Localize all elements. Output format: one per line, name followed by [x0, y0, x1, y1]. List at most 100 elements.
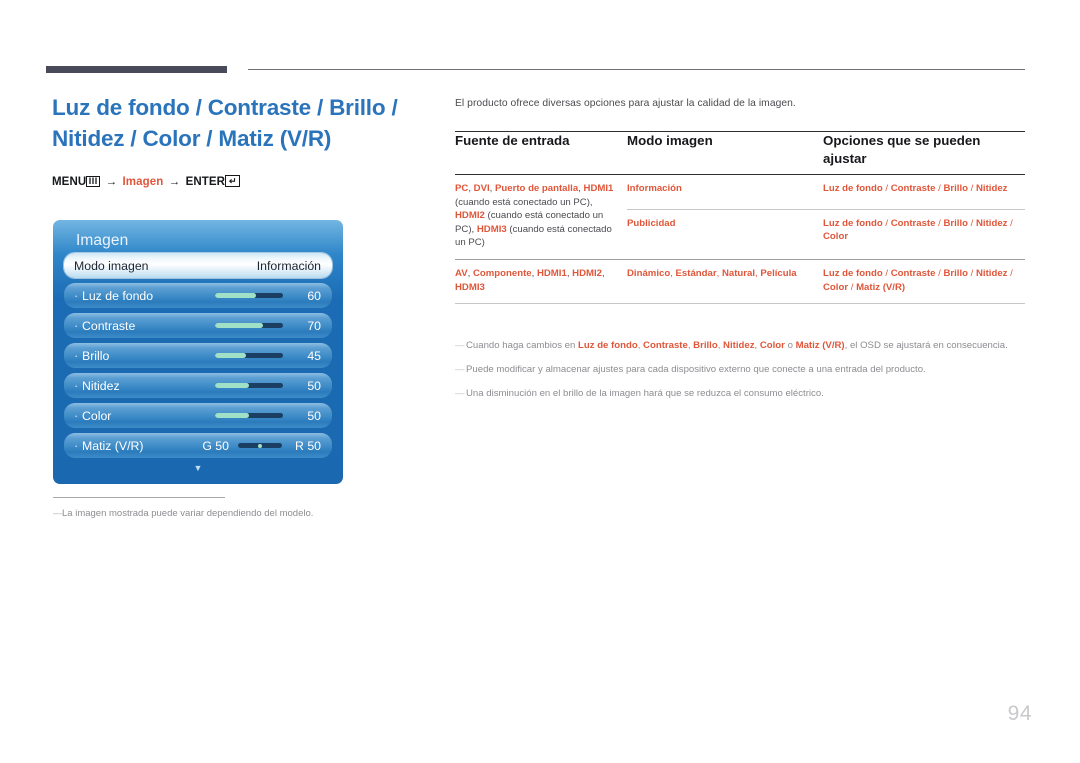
menu-path-arrow-1: → [105, 176, 118, 188]
note-text: Puede modificar y almacenar ajustes para… [466, 364, 926, 376]
left-note-text: La imagen mostrada puede variar dependie… [62, 508, 314, 519]
note-dash-icon: ― [455, 340, 465, 352]
osd-slider-value: 45 [307, 348, 321, 363]
osd-row-label: Modo imagen [74, 258, 149, 273]
source-term: PC [455, 183, 469, 194]
note-text: o [784, 340, 796, 352]
left-note: ―La imagen mostrada puede variar dependi… [53, 507, 393, 521]
option-term: Brillo [943, 183, 968, 194]
menu-button-icon: III [86, 176, 101, 187]
table-row: PC, DVI, Puerto de pantalla, HDMI1 (cuan… [455, 174, 1025, 260]
osd-row-modo-imagen[interactable]: Modo imagen Información [64, 253, 332, 278]
left-column: Luz de fondo / Contraste / Brillo / Niti… [52, 92, 424, 188]
source-term: DVI [473, 183, 490, 194]
note-dash-icon: ― [455, 364, 465, 376]
option-term: Luz de fondo [823, 183, 883, 194]
osd-row-bullet-icon: · [74, 377, 79, 393]
option-term: Color [823, 231, 849, 243]
page-number: 94 [1007, 702, 1032, 725]
osd-slider[interactable] [215, 413, 283, 418]
osd-row-label: Brillo [82, 348, 110, 363]
note-item: ― Una disminución en el brillo de la imag… [455, 386, 1025, 401]
cell-input-source: AV, Componente, HDMI1, HDMI2, HDMI3 [455, 258, 627, 304]
osd-slider-fill [215, 383, 249, 388]
spec-table: Fuente de entrada Modo imagen Opciones q… [455, 131, 1025, 321]
note-item: ― Cuando haga cambios en Luz de fondo, Co… [455, 338, 1025, 353]
source-term: HDMI2 [572, 267, 603, 279]
cell-adjustable-options: Luz de fondo / Contraste / Brillo / Niti… [823, 208, 1025, 260]
osd-title: Imagen [76, 232, 129, 249]
osd-matiz-red-value: R 50 [295, 438, 321, 453]
source-note: , [602, 267, 605, 279]
note-dash-icon: ― [53, 508, 63, 519]
note-text: Cuando haga cambios en [466, 340, 579, 352]
osd-matiz-green-value: G 50 [202, 438, 229, 453]
mode-term: Dinámico [627, 267, 671, 279]
source-term: HDMI1 [536, 267, 567, 279]
mode-term: Película [760, 267, 797, 279]
cell-adjustable-options: Luz de fondo / Contraste / Brillo / Niti… [823, 174, 1025, 210]
option-term: Nitidez [976, 183, 1008, 194]
osd-slider-value: 50 [307, 408, 321, 423]
source-term: HDMI2 [455, 210, 485, 222]
osd-row-contraste[interactable]: · Contraste 70 [64, 313, 332, 338]
osd-scroll-down-icon[interactable]: ▼ [64, 463, 332, 473]
note-dash-icon: ― [455, 388, 465, 400]
table-bottom-rule [455, 303, 1025, 321]
osd-slider[interactable] [215, 383, 283, 388]
osd-slider[interactable] [215, 353, 283, 358]
osd-row-luz-de-fondo[interactable]: · Luz de fondo 60 [64, 283, 332, 308]
osd-row-bullet-icon: · [74, 317, 79, 333]
header-rule-thick [46, 66, 227, 73]
osd-slider[interactable] [215, 323, 283, 328]
intro-text: El producto ofrece diversas opciones par… [455, 98, 796, 109]
osd-row-bullet-icon: · [74, 437, 79, 453]
osd-slider-fill [215, 413, 249, 418]
osd-slider-value: 50 [307, 378, 321, 393]
option-term: Color [823, 281, 849, 293]
cell-picture-mode: Información [627, 174, 823, 210]
option-term: Contraste [890, 183, 936, 194]
notes-list: ― Cuando haga cambios en Luz de fondo, Co… [455, 338, 1025, 401]
option-term: Brillo [943, 217, 968, 229]
source-term: HDMI1 [583, 183, 614, 194]
osd-row-brillo[interactable]: · Brillo 45 [64, 343, 332, 368]
mode-term: Publicidad [627, 217, 676, 229]
right-column: El producto ofrece diversas opciones par… [455, 98, 1025, 410]
option-term: Contraste [890, 267, 936, 279]
osd-row-label: Luz de fondo [82, 288, 154, 303]
option-term: Matiz (V/R) [856, 281, 906, 293]
option-term: Contraste [890, 217, 936, 229]
note-highlight: Brillo [693, 340, 718, 352]
osd-row-bullet-icon: · [74, 287, 79, 303]
osd-row-color[interactable]: · Color 50 [64, 403, 332, 428]
enter-key-icon: ↵ [225, 175, 240, 187]
option-term: Nitidez [976, 217, 1008, 229]
osd-row-list: Modo imagen Información · Luz de fondo 60 · Co… [64, 253, 332, 458]
note-highlight: Contraste [643, 340, 688, 352]
osd-row-nitidez[interactable]: · Nitidez 50 [64, 373, 332, 398]
osd-slider[interactable] [215, 293, 283, 298]
osd-matiz-slider-handle [258, 443, 262, 448]
source-term: Puerto de pantalla [495, 183, 579, 194]
cell-picture-mode: Publicidad [627, 208, 823, 260]
osd-row-matiz-v-r[interactable]: · Matiz (V/R) G 50 R 50 [64, 433, 332, 458]
note-highlight: Color [759, 340, 785, 352]
option-term: Luz de fondo [823, 267, 883, 279]
menu-path-target: Imagen [122, 176, 164, 188]
source-note: (cuando está conectado un PC), [455, 196, 593, 208]
note-highlight: Matiz (V/R) [795, 340, 845, 352]
osd-slider-fill [215, 293, 256, 298]
osd-slider-fill [215, 323, 263, 328]
osd-panel: Imagen Modo imagen Información · Luz de fon… [53, 220, 343, 484]
table-row: AV, Componente, HDMI1, HDMI2, HDMI3 Dinám… [455, 258, 1025, 304]
menu-path: MENU III → Imagen → ENTER ↵ [52, 175, 424, 188]
osd-row-value: Información [256, 258, 321, 273]
menu-path-arrow-2: → [168, 176, 181, 188]
note-text: , el OSD se ajustará en consecuencia. [844, 340, 1008, 352]
osd-matiz-slider[interactable] [238, 443, 282, 448]
osd-row-label: Color [82, 408, 112, 423]
osd-slider-value: 60 [307, 288, 321, 303]
spec-table-head: Fuente de entrada Modo imagen Opciones q… [455, 131, 1025, 175]
cell-adjustable-options: Luz de fondo / Contraste / Brillo / Niti… [823, 258, 1025, 304]
